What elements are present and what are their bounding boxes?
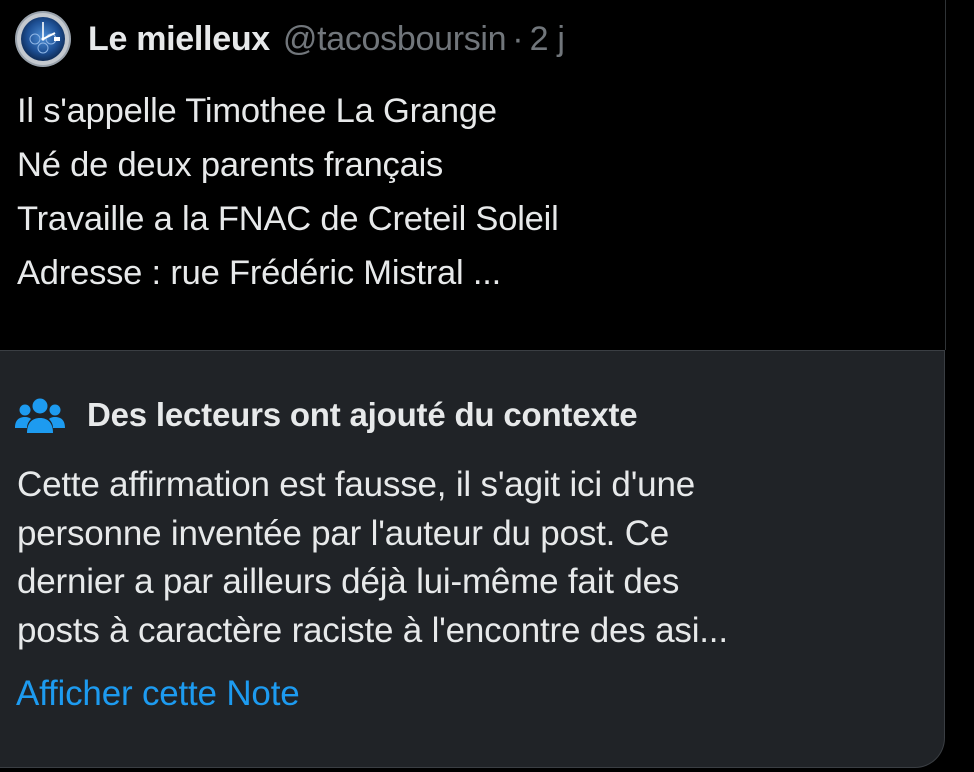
post-text: Il s'appelle Timothee La Grange Né de de… — [17, 84, 917, 300]
post-header: Le mielleux @tacosboursin · 2 j — [15, 11, 565, 67]
post-text-line: Adresse : rue Frédéric Mistral ... — [17, 254, 501, 292]
frame-border — [945, 0, 946, 350]
post-text-line: Travaille a la FNAC de Creteil Soleil — [17, 200, 559, 238]
people-icon — [15, 398, 65, 433]
community-note-card: Des lecteurs ont ajouté du contexte Cett… — [0, 350, 945, 768]
post-timestamp[interactable]: 2 j — [530, 20, 565, 59]
post-text-line: Né de deux parents français — [17, 146, 444, 184]
post-text-line: Il s'appelle Timothee La Grange — [17, 92, 497, 130]
watch-avatar-icon[interactable] — [15, 11, 71, 67]
note-text-line: dernier a par ailleurs déjà lui-même fai… — [17, 562, 680, 601]
note-text-line: posts à caractère raciste à l'encontre d… — [17, 610, 728, 650]
note-text-line: personne inventée par l'auteur du post. … — [17, 513, 670, 553]
community-note-title: Des lecteurs ont ajouté du contexte — [87, 396, 638, 433]
header-separator: · — [512, 19, 524, 58]
tweet-screenshot: Le mielleux @tacosboursin · 2 j Il s'app… — [0, 0, 974, 772]
note-text-line: Cette affirmation est fausse, il s'agit … — [17, 465, 695, 504]
author-display-name[interactable]: Le mielleux — [88, 20, 270, 59]
community-note-header: Des lecteurs ont ajouté du contexte — [15, 395, 638, 435]
author-handle[interactable]: @tacosboursin — [283, 20, 507, 59]
show-note-link[interactable]: Afficher cette Note — [16, 674, 300, 714]
community-note-text: Cette affirmation est fausse, il s'agit … — [17, 461, 927, 655]
